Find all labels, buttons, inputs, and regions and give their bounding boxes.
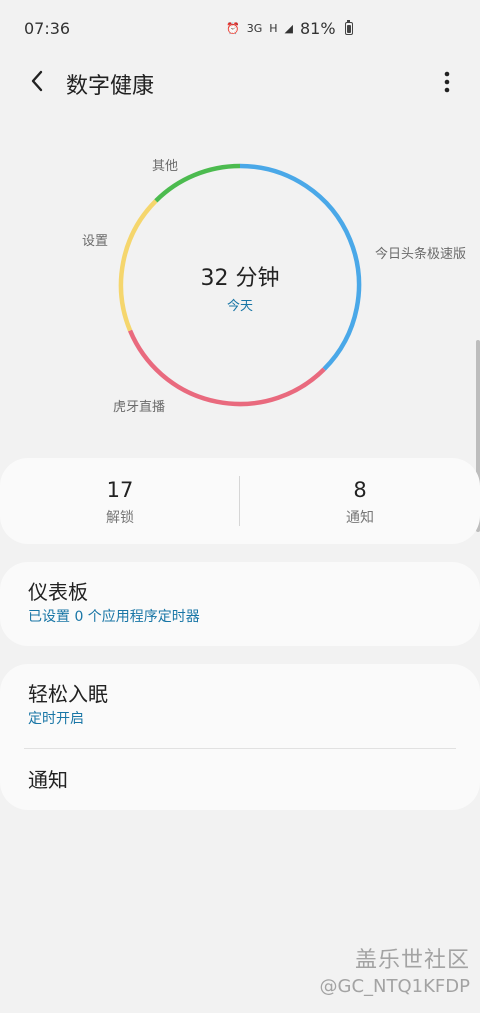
watermark-title: 盖乐世社区 <box>354 948 470 973</box>
sleep-notifications-card: 轻松入眠 定时开启 通知 <box>0 664 480 810</box>
chart-label-settings: 设置 <box>82 234 109 249</box>
notifications-row[interactable]: 通知 <box>28 768 458 792</box>
chart-label-other: 其他 <box>152 159 179 174</box>
back-arrow-icon <box>31 70 43 92</box>
more-options-button[interactable] <box>440 68 454 96</box>
chart-label-huya: 虎牙直播 <box>113 400 166 415</box>
app-bar: 数字健康 <box>0 58 480 106</box>
card-divider <box>24 748 456 749</box>
usage-chart[interactable]: 其他 设置 今日头条极速版 虎牙直播 32 分钟 今天 <box>0 120 480 450</box>
notifications-stat[interactable]: 8 通知 <box>240 478 480 527</box>
battery-icon <box>344 20 353 35</box>
dashboard-row[interactable]: 仪表板 已设置 0 个应用程序定时器 <box>28 580 458 626</box>
status-bar: 07:36 ⏰ 3G H ◢ 81% <box>0 0 480 58</box>
status-icons: ⏰ 3G H ◢ 81% <box>226 19 353 38</box>
watermark-handle: @GC_NTQ1KFDP <box>319 976 470 997</box>
alarm-icon: ⏰ <box>226 22 240 35</box>
sleep-row[interactable]: 轻松入眠 定时开启 <box>28 682 458 728</box>
notifications-label: 通知 <box>346 510 374 526</box>
notifications-value: 8 <box>353 478 367 502</box>
back-button[interactable] <box>24 66 52 96</box>
signal-3g-icon: 3G <box>246 22 263 35</box>
unlocks-label: 解锁 <box>106 510 134 526</box>
signal-strength-icon: ◢ <box>284 22 293 35</box>
watermark: 盖乐世社区 @GC_NTQ1KFDP <box>320 947 470 999</box>
sleep-subtitle: 定时开启 <box>28 711 84 727</box>
signal-h-icon: H <box>269 22 278 35</box>
sleep-title: 轻松入眠 <box>28 682 108 706</box>
donut-segment-1 <box>127 329 326 407</box>
more-vert-icon <box>444 71 450 93</box>
dashboard-subtitle: 已设置 0 个应用程序定时器 <box>28 609 200 625</box>
notifications-title: 通知 <box>28 768 68 792</box>
status-time: 07:36 <box>24 19 71 38</box>
unlocks-stat[interactable]: 17 解锁 <box>0 478 240 527</box>
dashboard-card[interactable]: 仪表板 已设置 0 个应用程序定时器 <box>0 562 480 646</box>
dashboard-title: 仪表板 <box>28 580 88 604</box>
stats-card: 17 解锁 8 通知 <box>0 458 480 544</box>
total-screen-time: 32 分钟 <box>200 266 280 291</box>
battery-percent: 81% <box>299 19 336 38</box>
period-label: 今天 <box>226 299 253 314</box>
unlocks-value: 17 <box>106 478 134 502</box>
page-title: 数字健康 <box>66 74 155 99</box>
chart-label-toutiao: 今日头条极速版 <box>375 247 467 262</box>
